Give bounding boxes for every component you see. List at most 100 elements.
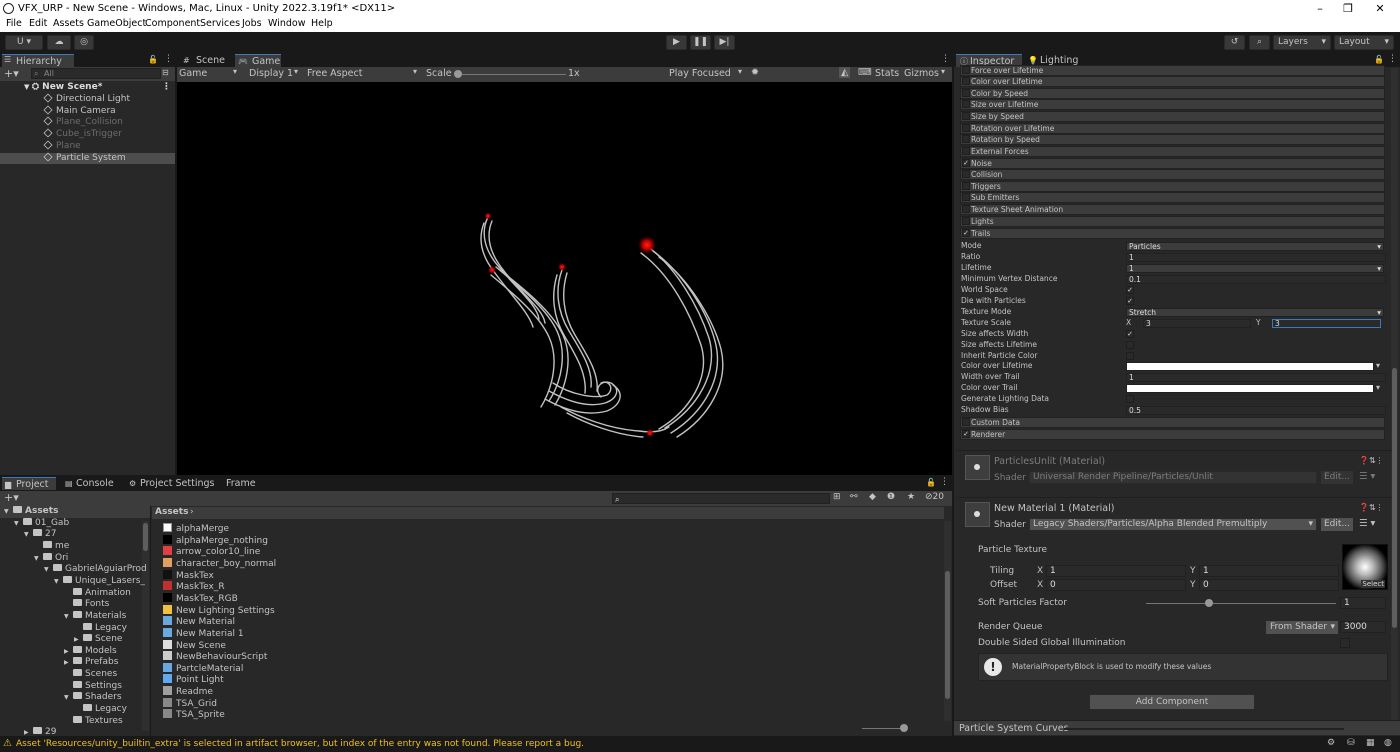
module-custom-data[interactable]: Custom Data <box>960 417 1385 428</box>
gradient-field[interactable] <box>1126 384 1374 394</box>
scrollbar-thumb[interactable] <box>1392 368 1397 628</box>
asset-item[interactable]: TSA_Sprite <box>163 709 225 721</box>
trail-prop-checkbox[interactable] <box>1126 351 1134 360</box>
trail-prop-checkbox[interactable]: ✓ <box>1126 285 1134 294</box>
asset-item[interactable]: alphaMerge_nothing <box>163 534 268 547</box>
soft-particles-slider-track[interactable] <box>1146 603 1336 604</box>
soft-particles-slider-handle[interactable] <box>1204 599 1213 607</box>
renderer-checkbox[interactable]: ✓ <box>962 430 970 438</box>
project-tree-item[interactable]: Legacy <box>74 622 127 635</box>
project-tree-item[interactable]: Fonts <box>64 599 109 611</box>
play-button[interactable]: ▶ <box>666 35 687 50</box>
search-button[interactable]: ⌕ <box>1249 35 1270 50</box>
add-component-button[interactable]: Add Component <box>1089 694 1255 710</box>
maximize-button[interactable]: ❐ <box>1333 0 1363 17</box>
texture-slot[interactable]: Select <box>1342 544 1388 590</box>
hierarchy-item[interactable]: Plane <box>0 140 175 153</box>
module-row[interactable]: Lights <box>960 216 1385 227</box>
project-tree-item[interactable]: Settings <box>64 680 122 693</box>
project-tree-item[interactable]: ▼ 01_Gab <box>14 517 69 530</box>
cache-icon[interactable]: ⛁ <box>1347 738 1355 748</box>
tiling-x-field[interactable]: 1 <box>1046 565 1186 577</box>
progress-icon[interactable]: ▦ <box>1366 738 1375 748</box>
more-options-icon[interactable]: ⋮ <box>164 54 173 64</box>
module-row[interactable]: External Forces <box>960 146 1385 157</box>
tree-scrollbar[interactable] <box>142 521 149 731</box>
favorite-star-icon[interactable]: ★ <box>907 492 915 502</box>
create-button[interactable]: +▾ <box>4 491 19 504</box>
list-menu-icon[interactable]: ☰ ▾ <box>1359 518 1375 529</box>
project-tree-item[interactable]: ▼ Materials <box>64 610 126 623</box>
aspect-dropdown[interactable]: Free Aspect <box>307 68 362 79</box>
expand-icon[interactable]: ⊟ <box>162 68 169 77</box>
minimize-button[interactable]: – <box>1305 0 1335 17</box>
tab-project-settings[interactable]: ⚙ Project Settings <box>126 477 216 490</box>
curves-drag-handle[interactable] <box>1064 728 1344 730</box>
more-options-icon[interactable]: ⋮ <box>1388 54 1397 64</box>
trail-prop-checkbox[interactable]: ✓ <box>1126 329 1134 338</box>
module-renderer[interactable]: ✓ Renderer <box>960 429 1385 440</box>
module-checkbox[interactable] <box>962 170 970 178</box>
project-tree-item[interactable]: ▼ Ori <box>34 552 68 565</box>
module-checkbox[interactable] <box>962 182 970 190</box>
project-tree-item[interactable]: Textures <box>64 715 123 728</box>
icon-size-slider-track[interactable] <box>862 728 902 729</box>
menu-edit[interactable]: Edit <box>29 17 47 31</box>
play-focused-dropdown[interactable]: Play Focused <box>669 68 731 79</box>
search-by-type-icon[interactable]: ⊞ <box>833 492 841 502</box>
scene-row[interactable]: ▼ ⛭ New Scene* ⋮ <box>0 82 175 94</box>
module-row[interactable]: Size over Lifetime <box>960 99 1385 110</box>
project-tree-item[interactable]: ▼ Shaders <box>64 692 122 704</box>
menu-window[interactable]: Window <box>268 17 305 31</box>
project-tree-item[interactable]: ▼ 27 <box>24 529 56 541</box>
bug-report-icon[interactable]: ⚙ <box>1327 738 1335 748</box>
project-tree-item[interactable]: Animation <box>64 587 131 600</box>
hierarchy-item[interactable]: Plane_Collision <box>0 116 175 129</box>
asset-item[interactable]: New Lighting Settings <box>163 604 275 617</box>
module-row[interactable]: Triggers <box>960 181 1385 192</box>
trail-prop-field[interactable]: 0.5 <box>1126 406 1386 416</box>
breadcrumb-assets[interactable]: Assets <box>155 507 188 517</box>
module-checkbox[interactable]: ✓ <box>962 159 970 167</box>
hierarchy-item[interactable]: Cube_isTrigger <box>0 128 175 141</box>
hierarchy-item[interactable]: Directional Light <box>0 93 175 106</box>
create-button[interactable]: +▾ <box>4 67 19 80</box>
offset-y-field[interactable]: 0 <box>1199 579 1339 591</box>
project-tree-item[interactable]: ▶ Prefabs <box>64 657 118 669</box>
module-row[interactable]: ✓ Trails <box>960 228 1385 239</box>
filter-icon[interactable]: ❶ <box>887 492 895 502</box>
soft-particles-field[interactable]: 1 <box>1340 597 1386 609</box>
module-checkbox[interactable] <box>962 147 970 155</box>
module-row[interactable]: Collision <box>960 169 1385 180</box>
project-tree-item[interactable]: ▶ Models <box>64 645 117 658</box>
hierarchy-item[interactable]: Particle System <box>0 151 175 164</box>
tab-frame-debugger[interactable]: Frame Debugger <box>212 477 302 502</box>
close-button[interactable]: ✕ <box>1365 0 1395 17</box>
module-row[interactable]: Color over Lifetime <box>960 76 1385 87</box>
layers-dropdown[interactable]: Layers ▾ <box>1273 35 1331 50</box>
module-checkbox[interactable] <box>962 205 970 213</box>
trail-prop-checkbox[interactable] <box>1126 395 1134 404</box>
trail-prop-field[interactable]: 1 <box>1126 373 1386 383</box>
project-tree-item[interactable]: ▼ Assets <box>0 506 150 518</box>
keyboard-icon[interactable]: ⌨ <box>858 67 872 78</box>
module-row[interactable]: Rotation over Lifetime <box>960 123 1385 134</box>
asset-item[interactable]: Readme <box>163 686 213 698</box>
custom-data-checkbox[interactable] <box>962 418 970 426</box>
tab-game[interactable]: 🎮 Game <box>235 54 281 67</box>
cloud-button[interactable]: ☁ <box>47 35 71 50</box>
account-button[interactable]: U ▾ <box>5 35 43 50</box>
asset-item[interactable]: MaskTex_RGB <box>163 592 238 605</box>
help-icon[interactable]: ❓⇅⋮ <box>1359 503 1384 512</box>
module-checkbox[interactable] <box>962 135 970 143</box>
module-row[interactable]: Texture Sheet Animation <box>960 204 1385 215</box>
gizmos-button[interactable]: Gizmos <box>904 68 939 79</box>
lock-icon[interactable]: 🔓 <box>1374 55 1384 64</box>
render-queue-field[interactable]: 3000 <box>1340 621 1386 633</box>
tab-hierarchy[interactable]: Hierarchy <box>2 54 74 67</box>
assets-scrollbar[interactable] <box>944 521 951 721</box>
help-icon[interactable]: ◍ <box>1384 738 1392 748</box>
hidden-packages-icon[interactable]: ⊘20 <box>925 492 944 502</box>
project-tree-item[interactable]: ▼ Unique_Lasers_ <box>54 575 145 588</box>
module-checkbox[interactable] <box>962 89 970 97</box>
